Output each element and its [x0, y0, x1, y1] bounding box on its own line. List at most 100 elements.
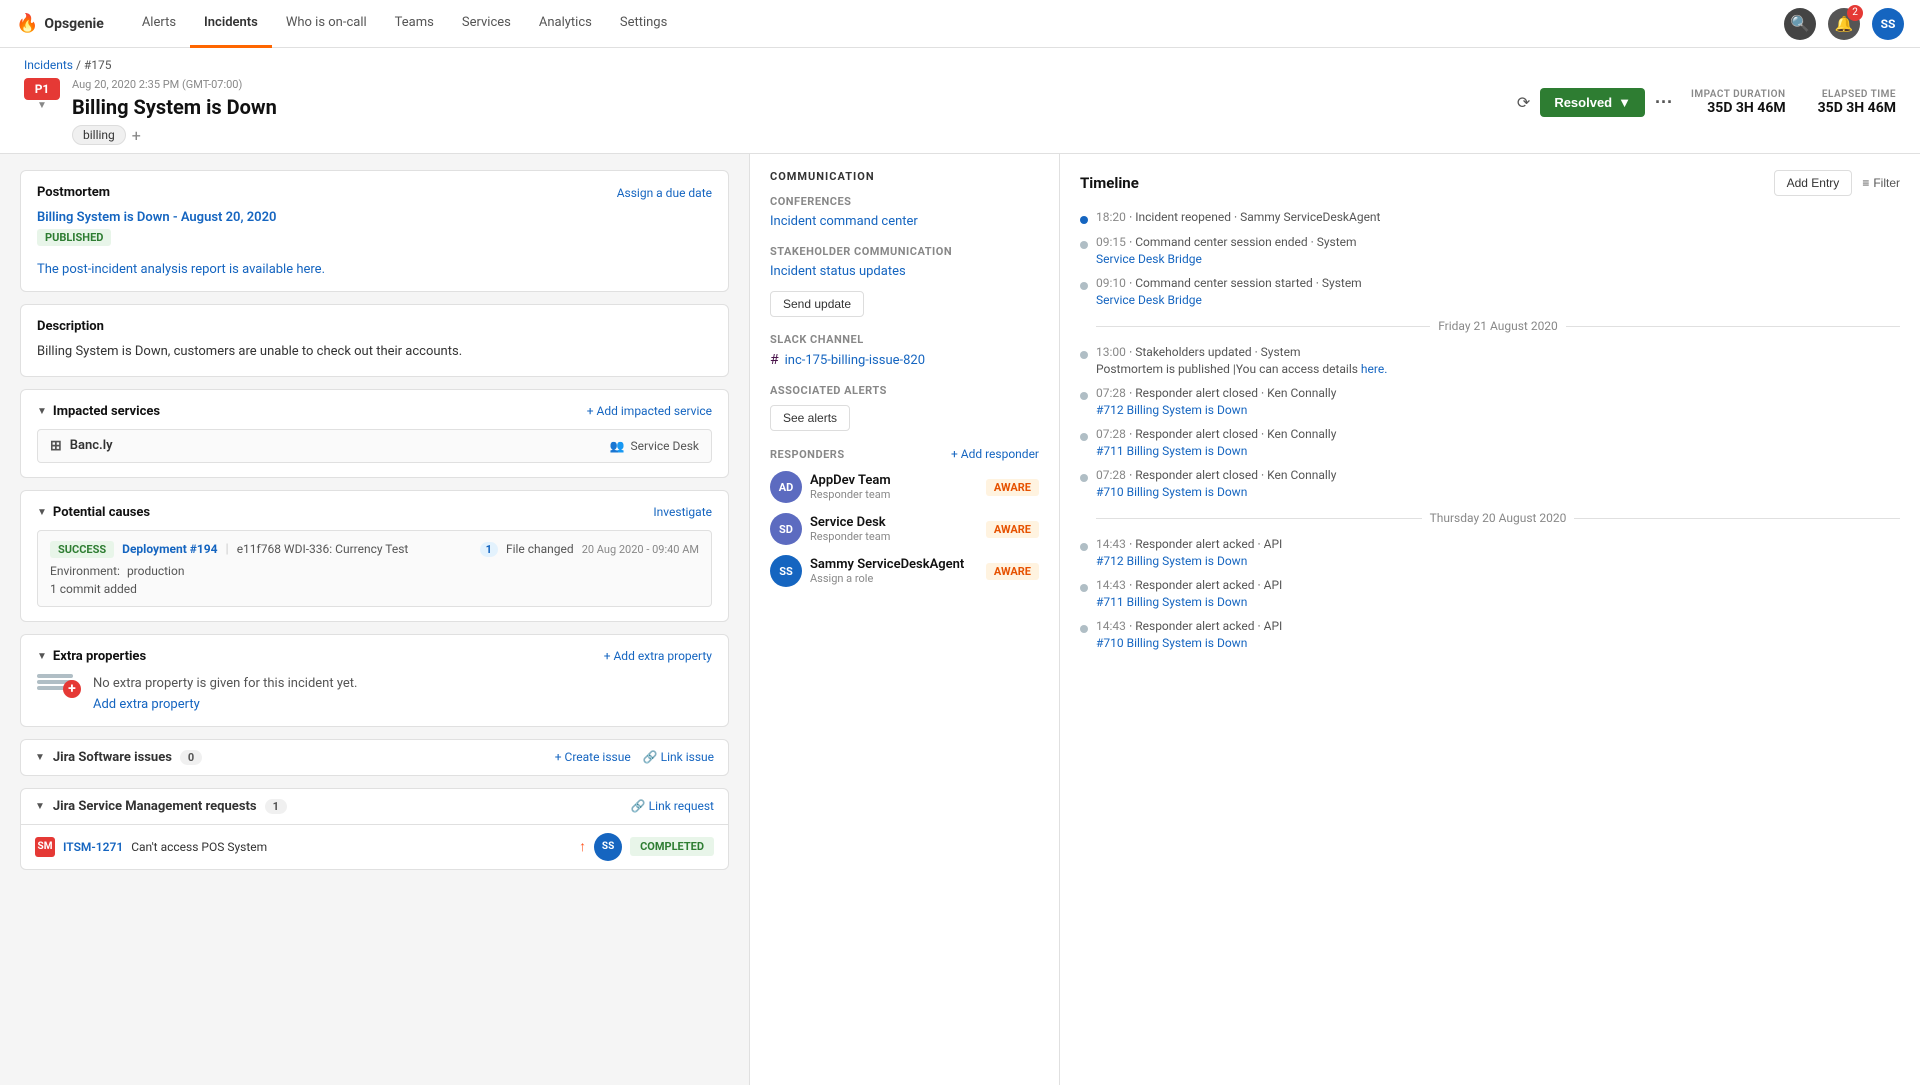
timeline-text-3: · Stakeholders updated · System — [1129, 345, 1300, 359]
timeline-link-6[interactable]: #710 Billing System is Down — [1096, 485, 1900, 499]
jira-request-id[interactable]: ITSM-1271 — [63, 840, 123, 854]
cause-date: 20 Aug 2020 - 09:40 AM — [582, 543, 699, 556]
nav-teams[interactable]: Teams — [381, 0, 448, 48]
jira-service-title[interactable]: ▼ Jira Service Management requests 1 — [35, 799, 287, 814]
nav-analytics[interactable]: Analytics — [525, 0, 606, 48]
extra-properties-collapse[interactable]: ▼ Extra properties — [37, 649, 146, 664]
resolved-button[interactable]: Resolved ▼ — [1540, 88, 1645, 117]
jira-service-card: ▼ Jira Service Management requests 1 🔗 L… — [20, 788, 729, 870]
timeline-link-4[interactable]: #712 Billing System is Down — [1096, 403, 1900, 417]
nav-oncall[interactable]: Who is on-call — [272, 0, 381, 48]
jira-assignee-avatar: SS — [594, 833, 622, 861]
add-impacted-service-link[interactable]: + Add impacted service — [587, 404, 712, 418]
timeline-divider-thursday: Thursday 20 August 2020 — [1080, 511, 1900, 525]
create-issue-link[interactable]: + Create issue — [555, 750, 631, 764]
impacted-services-label: Impacted services — [53, 404, 160, 419]
extra-properties-icon: + — [37, 674, 73, 690]
jira-software-title[interactable]: ▼ Jira Software issues 0 — [35, 750, 202, 765]
timeline-link-1[interactable]: Service Desk Bridge — [1096, 252, 1900, 266]
conferences-section: Conferences Incident command center — [770, 195, 1039, 229]
more-options-button[interactable]: ··· — [1655, 92, 1673, 113]
link-request-link[interactable]: 🔗 Link request — [631, 799, 714, 813]
cause-deployment-id[interactable]: Deployment #194 — [122, 542, 217, 556]
responder-name-2: Sammy ServiceDeskAgent — [810, 557, 964, 572]
sammy-avatar: SS — [770, 555, 802, 587]
potential-causes-card: ▼ Potential causes Investigate SUCCESS D… — [20, 490, 729, 622]
billing-tag[interactable]: billing — [72, 125, 126, 145]
timeline-time-4: 07:28 — [1096, 386, 1126, 400]
postmortem-details-link[interactable]: here. — [1361, 362, 1387, 376]
jira-service-arrow: ▼ — [35, 801, 45, 812]
add-responder-link[interactable]: + Add responder — [951, 447, 1039, 461]
timeline-link-8[interactable]: #711 Billing System is Down — [1096, 595, 1900, 609]
postmortem-header: Postmortem Assign a due date — [37, 185, 712, 200]
timeline-text-8: · Responder alert acked · API — [1129, 578, 1282, 592]
communication-column: COMMUNICATION Conferences Incident comma… — [750, 154, 1060, 1085]
postmortem-analysis-link[interactable]: The post-incident analysis report is ava… — [37, 262, 325, 277]
timeline-time-0: 18:20 — [1096, 210, 1126, 224]
timeline-content-7: 14:43 · Responder alert acked · API #712… — [1096, 537, 1900, 568]
user-avatar[interactable]: SS — [1872, 8, 1904, 40]
impacted-services-collapse[interactable]: ▼ Impacted services — [37, 404, 160, 419]
communication-title: COMMUNICATION — [770, 170, 1039, 183]
timeline-text-4: · Responder alert closed · Ken Connally — [1129, 386, 1336, 400]
add-entry-button[interactable]: Add Entry — [1774, 170, 1853, 196]
timeline-link-9[interactable]: #710 Billing System is Down — [1096, 636, 1900, 650]
priority-dropdown[interactable]: ▼ — [37, 100, 47, 111]
add-extra-property-button[interactable]: Add extra property — [93, 697, 200, 712]
assign-due-date-link[interactable]: Assign a due date — [617, 186, 712, 200]
extra-properties-label: Extra properties — [53, 649, 146, 664]
link-issue-link[interactable]: 🔗 Link issue — [643, 750, 714, 764]
refresh-button[interactable]: ⟳ — [1517, 93, 1530, 113]
filter-icon: ≡ — [1862, 176, 1869, 190]
timeline-entry-5: 07:28 · Responder alert closed · Ken Con… — [1080, 427, 1900, 458]
conference-link[interactable]: Incident command center — [770, 214, 918, 229]
see-alerts-button[interactable]: See alerts — [770, 405, 850, 431]
stakeholder-link[interactable]: Incident status updates — [770, 264, 906, 279]
nav-settings[interactable]: Settings — [606, 0, 681, 48]
nav-services[interactable]: Services — [448, 0, 525, 48]
timeline-link-5[interactable]: #711 Billing System is Down — [1096, 444, 1900, 458]
incident-title-right: ⟳ Resolved ▼ ··· IMPACT DURATION 35D 3H … — [1517, 78, 1896, 117]
timeline-time-8: 14:43 — [1096, 578, 1126, 592]
extra-empty-text: No extra property is given for this inci… — [93, 674, 357, 691]
send-update-button[interactable]: Send update — [770, 291, 864, 317]
slack-row: # inc-175-billing-issue-820 — [770, 352, 1039, 368]
moonbird-icon[interactable]: 🔍 — [1784, 8, 1816, 40]
notification-bell[interactable]: 🔔 2 — [1828, 8, 1860, 40]
service-team-text: Service Desk — [630, 439, 699, 453]
nav-alerts[interactable]: Alerts — [128, 0, 190, 48]
add-extra-property-link[interactable]: + Add extra property — [604, 649, 712, 663]
investigate-link[interactable]: Investigate — [653, 505, 712, 519]
service-icon: ⊞ — [50, 438, 62, 454]
nav-right: 🔍 🔔 2 SS — [1784, 8, 1904, 40]
postmortem-section: Postmortem Assign a due date Billing Sys… — [21, 171, 728, 291]
timeline-dot-3 — [1080, 351, 1088, 359]
slack-channel-link[interactable]: inc-175-billing-issue-820 — [785, 353, 925, 368]
potential-causes-collapse[interactable]: ▼ Potential causes — [37, 505, 150, 520]
jira-request-icon: SM — [35, 837, 55, 857]
timeline-link-2[interactable]: Service Desk Bridge — [1096, 293, 1900, 307]
timeline-entries: 18:20 · Incident reopened · Sammy Servic… — [1080, 210, 1900, 650]
timeline-entry-7: 14:43 · Responder alert acked · API #712… — [1080, 537, 1900, 568]
timeline-text-2: · Command center session started · Syste… — [1129, 276, 1362, 290]
filter-button[interactable]: ≡ Filter — [1862, 176, 1900, 190]
app-name: Opsgenie — [44, 16, 103, 32]
priority-badge[interactable]: P1 — [24, 78, 60, 100]
postmortem-report-title[interactable]: Billing System is Down - August 20, 2020 — [37, 210, 712, 225]
breadcrumb-incidents[interactable]: Incidents — [24, 58, 73, 72]
timeline-divider-friday: Friday 21 August 2020 — [1080, 319, 1900, 333]
responder-info-1: SD Service Desk Responder team — [770, 513, 890, 545]
timeline-date-friday: Friday 21 August 2020 — [1438, 319, 1558, 333]
breadcrumb-id: #175 — [84, 58, 112, 72]
add-tag-button[interactable]: + — [132, 126, 141, 145]
timeline-link-7[interactable]: #712 Billing System is Down — [1096, 554, 1900, 568]
nav-incidents[interactable]: Incidents — [190, 0, 272, 48]
responder-name-0: AppDev Team — [810, 473, 891, 488]
responder-info-2: SS Sammy ServiceDeskAgent Assign a role — [770, 555, 964, 587]
impacted-services-header: ▼ Impacted services + Add impacted servi… — [37, 404, 712, 419]
impacted-services-card: ▼ Impacted services + Add impacted servi… — [20, 389, 729, 478]
app-logo[interactable]: 🔥 Opsgenie — [16, 13, 104, 34]
extra-properties-arrow: ▼ — [37, 651, 47, 662]
timeline-text-6: · Responder alert closed · Ken Connally — [1129, 468, 1336, 482]
